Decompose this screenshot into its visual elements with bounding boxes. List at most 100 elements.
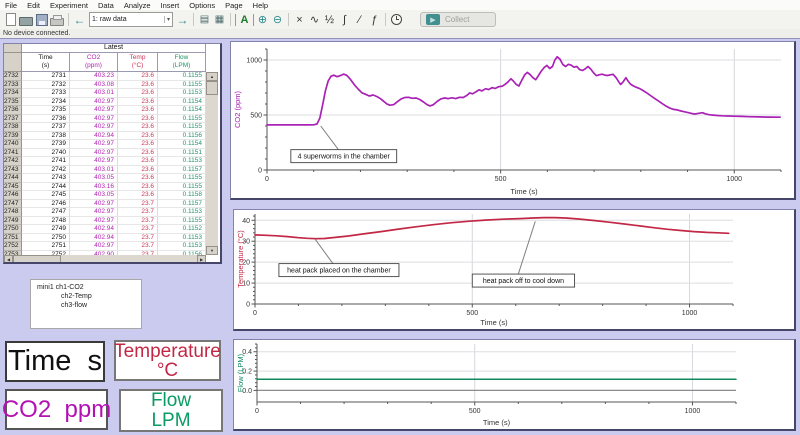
table-row[interactable]: 27352734402.9723.60.1154 (4, 98, 206, 107)
svg-text:500: 500 (466, 310, 478, 317)
table-cell-n: 2752 (4, 242, 22, 251)
print-icon[interactable] (50, 12, 64, 27)
column-header-flow[interactable]: Flow(LPM) (158, 53, 206, 72)
table-cell-flow: 0.1154 (158, 140, 206, 149)
svg-text:500: 500 (250, 113, 262, 120)
menu-item-edit[interactable]: Edit (27, 1, 40, 10)
table-row[interactable]: 27422741402.9723.60.1153 (4, 157, 206, 166)
menu-item-options[interactable]: Options (189, 1, 215, 10)
svg-text:Time (s): Time (s) (483, 418, 511, 427)
scrollbar-thumb[interactable] (206, 81, 218, 95)
table-cell-time: 2746 (22, 200, 70, 209)
table-row[interactable]: 27332732403.0823.60.1155 (4, 81, 206, 90)
table-row[interactable]: 27452744403.1623.60.1155 (4, 183, 206, 192)
table-cell-flow: 0.1157 (158, 200, 206, 209)
collect-play-icon: ▶ (426, 14, 440, 25)
table-cell-co2: 402.97 (70, 149, 118, 158)
page-selector-dropdown[interactable]: 1: raw data ▾ (89, 12, 173, 27)
column-header-temp[interactable]: Temp(°C) (118, 53, 158, 72)
table-row[interactable]: 27432742403.0123.60.1157 (4, 166, 206, 175)
menu-item-page[interactable]: Page (225, 1, 243, 10)
table-cell-flow: 0.1155 (158, 183, 206, 192)
next-page-icon[interactable]: → (176, 12, 189, 27)
channels-note-box[interactable]: mini1 ch1-CO2 ch2-Temp ch3-flow (30, 279, 142, 329)
table-cell-n: 2739 (4, 132, 22, 141)
scroll-left-icon[interactable]: ◀ (4, 255, 13, 263)
temperature-chart[interactable]: 05001000010203040Time (s)Temperature (°C… (233, 209, 796, 331)
menu-item-file[interactable]: File (5, 1, 17, 10)
table-cell-temp: 23.6 (118, 115, 158, 124)
co2-chart[interactable]: 0500100005001000Time (s)CO2 (ppm)4 super… (230, 41, 796, 200)
data-browser-icon[interactable]: ▤ (198, 12, 211, 27)
new-file-icon[interactable] (4, 12, 17, 27)
integral-icon[interactable]: ∫ (338, 12, 351, 27)
scroll-down-icon[interactable]: ▼ (206, 246, 218, 255)
co2-meter-box[interactable]: CO2 ppm (5, 389, 108, 430)
table-cell-flow: 0.1155 (158, 115, 206, 124)
table-row[interactable]: 27362735402.9723.60.1154 (4, 106, 206, 115)
table-cell-flow: 0.1157 (158, 166, 206, 175)
table-cell-flow: 0.1153 (158, 89, 206, 98)
table-cell-flow: 0.1153 (158, 234, 206, 243)
scroll-right-icon[interactable]: ▶ (197, 255, 206, 263)
table-cell-co2: 403.05 (70, 191, 118, 200)
temperature-meter-unit: °C (157, 361, 178, 380)
svg-text:1000: 1000 (685, 408, 701, 415)
table-row[interactable]: 27482747402.9723.70.1153 (4, 208, 206, 217)
zoom-out-icon[interactable]: ⊖ (271, 12, 284, 27)
svg-text:Flow (LPM): Flow (LPM) (236, 353, 245, 392)
table-row[interactable]: 27462745403.0523.60.1158 (4, 191, 206, 200)
table-row[interactable]: 27522751402.9723.70.1153 (4, 242, 206, 251)
table-row[interactable]: 27502749402.9423.70.1152 (4, 225, 206, 234)
table-row[interactable]: 27372736402.9723.60.1155 (4, 115, 206, 124)
scrollbar-thumb[interactable] (13, 255, 61, 263)
previous-page-icon[interactable]: ← (73, 12, 86, 27)
data-collection-icon[interactable] (390, 12, 403, 27)
data-table-icon[interactable]: ▦ (213, 12, 226, 27)
table-horizontal-scrollbar[interactable]: ◀ ▶ (4, 255, 206, 263)
table-row[interactable]: 27412740402.9723.60.1151 (4, 149, 206, 158)
menu-item-data[interactable]: Data (98, 1, 114, 10)
text-annotation-icon[interactable]: A (235, 14, 254, 26)
table-row[interactable]: 27492748402.9723.70.1155 (4, 217, 206, 226)
table-row[interactable]: 27442743403.0523.60.1155 (4, 174, 206, 183)
flow-chart[interactable]: 050010000.00.20.4Time (s)Flow (LPM) (233, 339, 796, 431)
column-header-time[interactable]: Time(s) (22, 53, 70, 72)
table-vertical-scrollbar[interactable]: ▲ ▼ (206, 72, 218, 255)
save-icon[interactable] (35, 12, 48, 27)
table-cell-n: 2737 (4, 115, 22, 124)
table-cell-time: 2748 (22, 217, 70, 226)
tangent-icon[interactable]: ∿ (308, 12, 321, 27)
scroll-up-icon[interactable]: ▲ (206, 72, 218, 81)
svg-text:Time (s): Time (s) (510, 187, 538, 196)
svg-text:500: 500 (495, 176, 507, 183)
table-cell-n: 2749 (4, 217, 22, 226)
table-cell-temp: 23.7 (118, 242, 158, 251)
linear-fit-icon[interactable]: ∕ (353, 12, 366, 27)
menu-item-insert[interactable]: Insert (161, 1, 180, 10)
table-cell-flow: 0.1155 (158, 72, 206, 81)
menu-item-experiment[interactable]: Experiment (50, 1, 88, 10)
menu-item-help[interactable]: Help (253, 1, 268, 10)
time-meter-box[interactable]: Time s (5, 341, 105, 382)
open-file-icon[interactable] (19, 12, 33, 27)
examine-icon[interactable]: × (293, 12, 306, 27)
annotation-leader-line (315, 240, 333, 264)
table-row[interactable]: 27392738402.9423.60.1156 (4, 132, 206, 141)
menu-item-analyze[interactable]: Analyze (124, 1, 151, 10)
zoom-in-icon[interactable]: ⊕ (256, 12, 269, 27)
column-header-co2[interactable]: CO2(ppm) (70, 53, 118, 72)
table-row[interactable]: 27402739402.9723.60.1154 (4, 140, 206, 149)
table-row[interactable]: 27382737402.9723.60.1155 (4, 123, 206, 132)
collect-button[interactable]: ▶ Collect (420, 12, 496, 27)
curve-fit-icon[interactable]: ƒ (368, 12, 381, 27)
table-row[interactable]: 27322731403.2323.60.1155 (4, 72, 206, 81)
table-row[interactable]: 27342733403.0123.60.1153 (4, 89, 206, 98)
data-table-panel[interactable]: Latest Time(s) CO2(ppm) Temp(°C) Flow(LP… (3, 43, 222, 264)
flow-meter-box[interactable]: Flow LPM (119, 389, 223, 432)
statistics-icon[interactable]: ½ (323, 12, 336, 27)
temperature-meter-box[interactable]: Temperature °C (114, 340, 221, 381)
table-row[interactable]: 27472746402.9723.70.1157 (4, 200, 206, 209)
table-cell-time: 2751 (22, 242, 70, 251)
table-row[interactable]: 27512750402.9423.70.1153 (4, 234, 206, 243)
